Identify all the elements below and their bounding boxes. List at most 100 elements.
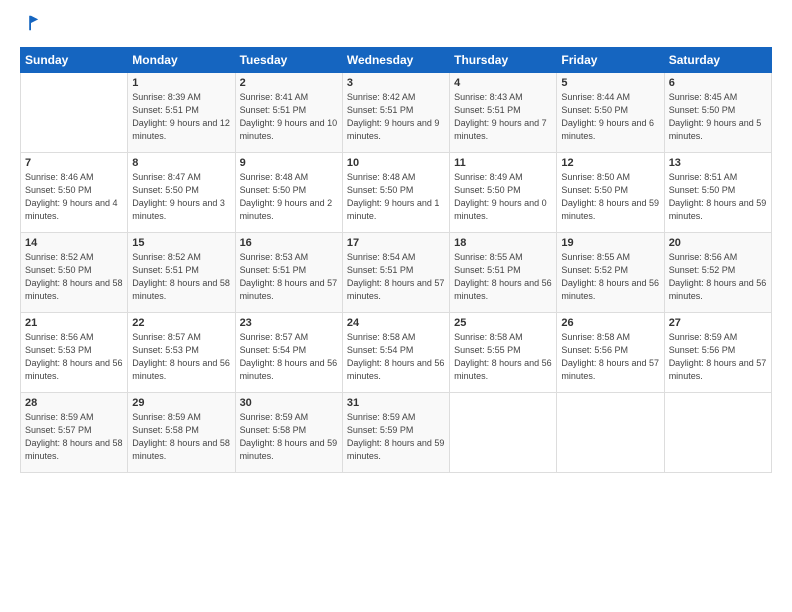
day-info: Sunrise: 8:47 AMSunset: 5:50 PMDaylight:… [132,171,230,223]
calendar-cell: 29 Sunrise: 8:59 AMSunset: 5:58 PMDayligh… [128,392,235,472]
day-info: Sunrise: 8:56 AMSunset: 5:53 PMDaylight:… [25,331,123,383]
day-number: 20 [669,237,767,249]
calendar-cell: 2 Sunrise: 8:41 AMSunset: 5:51 PMDaylight… [235,72,342,152]
calendar-cell: 15Sunrise: 8:52 AMSunset: 5:51 PMDayligh… [128,232,235,312]
calendar-cell: 12 Sunrise: 8:50 AMSunset: 5:50 PMDayligh… [557,152,664,232]
day-info: Sunrise: 8:39 AMSunset: 5:51 PMDaylight:… [132,91,230,143]
day-info: Sunrise: 8:41 AMSunset: 5:51 PMDaylight:… [240,91,338,143]
day-info: Sunrise: 8:50 AMSunset: 5:50 PMDaylight:… [561,171,659,223]
calendar-cell: 10 Sunrise: 8:48 AMSunset: 5:50 PMDayligh… [342,152,449,232]
day-number: 5 [561,77,659,89]
calendar-cell [557,392,664,472]
calendar-cell: 18Sunrise: 8:55 AMSunset: 5:51 PMDayligh… [450,232,557,312]
day-info: Sunrise: 8:57 AMSunset: 5:54 PMDaylight:… [240,331,338,383]
day-number: 4 [454,77,552,89]
weekday-header-wednesday: Wednesday [342,47,449,72]
day-number: 28 [25,397,123,409]
calendar-cell: 23 Sunrise: 8:57 AMSunset: 5:54 PMDayligh… [235,312,342,392]
day-info: Sunrise: 8:55 AMSunset: 5:51 PMDaylight:… [454,251,552,303]
calendar-cell: 16 Sunrise: 8:53 AMSunset: 5:51 PMDayligh… [235,232,342,312]
calendar-cell: 25 Sunrise: 8:58 AMSunset: 5:55 PMDayligh… [450,312,557,392]
calendar-cell: 17 Sunrise: 8:54 AMSunset: 5:51 PMDayligh… [342,232,449,312]
day-number: 3 [347,77,445,89]
day-number: 19 [561,237,659,249]
calendar-table: SundayMondayTuesdayWednesdayThursdayFrid… [20,47,772,473]
calendar-cell: 6 Sunrise: 8:45 AMSunset: 5:50 PMDaylight… [664,72,771,152]
day-number: 26 [561,317,659,329]
calendar-week-row: 28 Sunrise: 8:59 AMSunset: 5:57 PMDayligh… [21,392,772,472]
calendar-cell: 5 Sunrise: 8:44 AMSunset: 5:50 PMDaylight… [557,72,664,152]
calendar-container: SundayMondayTuesdayWednesdayThursdayFrid… [0,0,792,612]
day-info: Sunrise: 8:44 AMSunset: 5:50 PMDaylight:… [561,91,659,143]
calendar-cell: 11Sunrise: 8:49 AMSunset: 5:50 PMDayligh… [450,152,557,232]
day-info: Sunrise: 8:48 AMSunset: 5:50 PMDaylight:… [240,171,338,223]
calendar-cell: 9 Sunrise: 8:48 AMSunset: 5:50 PMDaylight… [235,152,342,232]
calendar-cell: 13 Sunrise: 8:51 AMSunset: 5:50 PMDayligh… [664,152,771,232]
calendar-cell [450,392,557,472]
day-info: Sunrise: 8:53 AMSunset: 5:51 PMDaylight:… [240,251,338,303]
day-number: 7 [25,157,123,169]
day-info: Sunrise: 8:46 AMSunset: 5:50 PMDaylight:… [25,171,123,223]
day-info: Sunrise: 8:59 AMSunset: 5:59 PMDaylight:… [347,411,445,463]
day-number: 16 [240,237,338,249]
calendar-cell: 26 Sunrise: 8:58 AMSunset: 5:56 PMDayligh… [557,312,664,392]
day-number: 25 [454,317,552,329]
weekday-header-thursday: Thursday [450,47,557,72]
calendar-cell: 28 Sunrise: 8:59 AMSunset: 5:57 PMDayligh… [21,392,128,472]
calendar-cell: 4 Sunrise: 8:43 AMSunset: 5:51 PMDaylight… [450,72,557,152]
day-number: 17 [347,237,445,249]
header [20,16,772,37]
day-info: Sunrise: 8:45 AMSunset: 5:50 PMDaylight:… [669,91,767,143]
calendar-cell: 27Sunrise: 8:59 AMSunset: 5:56 PMDayligh… [664,312,771,392]
day-info: Sunrise: 8:43 AMSunset: 5:51 PMDaylight:… [454,91,552,143]
calendar-cell [21,72,128,152]
weekday-header-monday: Monday [128,47,235,72]
day-info: Sunrise: 8:55 AMSunset: 5:52 PMDaylight:… [561,251,659,303]
day-number: 15 [132,237,230,249]
day-number: 29 [132,397,230,409]
day-number: 6 [669,77,767,89]
day-info: Sunrise: 8:49 AMSunset: 5:50 PMDaylight:… [454,171,552,223]
weekday-header-sunday: Sunday [21,47,128,72]
day-info: Sunrise: 8:51 AMSunset: 5:50 PMDaylight:… [669,171,767,223]
calendar-cell: 1Sunrise: 8:39 AMSunset: 5:51 PMDaylight… [128,72,235,152]
calendar-cell: 20 Sunrise: 8:56 AMSunset: 5:52 PMDayligh… [664,232,771,312]
day-number: 12 [561,157,659,169]
day-info: Sunrise: 8:56 AMSunset: 5:52 PMDaylight:… [669,251,767,303]
day-info: Sunrise: 8:58 AMSunset: 5:56 PMDaylight:… [561,331,659,383]
day-number: 13 [669,157,767,169]
calendar-week-row: 14Sunrise: 8:52 AMSunset: 5:50 PMDayligh… [21,232,772,312]
day-info: Sunrise: 8:54 AMSunset: 5:51 PMDaylight:… [347,251,445,303]
calendar-cell: 3 Sunrise: 8:42 AMSunset: 5:51 PMDaylight… [342,72,449,152]
day-number: 30 [240,397,338,409]
day-info: Sunrise: 8:58 AMSunset: 5:54 PMDaylight:… [347,331,445,383]
day-info: Sunrise: 8:58 AMSunset: 5:55 PMDaylight:… [454,331,552,383]
calendar-week-row: 7 Sunrise: 8:46 AMSunset: 5:50 PMDaylight… [21,152,772,232]
day-info: Sunrise: 8:59 AMSunset: 5:57 PMDaylight:… [25,411,123,463]
calendar-cell: 30 Sunrise: 8:59 AMSunset: 5:58 PMDayligh… [235,392,342,472]
weekday-header-friday: Friday [557,47,664,72]
day-number: 2 [240,77,338,89]
calendar-cell: 21Sunrise: 8:56 AMSunset: 5:53 PMDayligh… [21,312,128,392]
calendar-cell: 24 Sunrise: 8:58 AMSunset: 5:54 PMDayligh… [342,312,449,392]
day-number: 27 [669,317,767,329]
calendar-cell: 22Sunrise: 8:57 AMSunset: 5:53 PMDayligh… [128,312,235,392]
day-number: 10 [347,157,445,169]
day-number: 23 [240,317,338,329]
calendar-cell: 19 Sunrise: 8:55 AMSunset: 5:52 PMDayligh… [557,232,664,312]
day-info: Sunrise: 8:42 AMSunset: 5:51 PMDaylight:… [347,91,445,143]
calendar-cell [664,392,771,472]
day-number: 9 [240,157,338,169]
weekday-header-saturday: Saturday [664,47,771,72]
calendar-cell: 8 Sunrise: 8:47 AMSunset: 5:50 PMDaylight… [128,152,235,232]
calendar-cell: 31Sunrise: 8:59 AMSunset: 5:59 PMDayligh… [342,392,449,472]
day-info: Sunrise: 8:59 AMSunset: 5:58 PMDaylight:… [132,411,230,463]
day-number: 22 [132,317,230,329]
calendar-week-row: 1Sunrise: 8:39 AMSunset: 5:51 PMDaylight… [21,72,772,152]
logo-flag-icon [22,14,40,32]
day-info: Sunrise: 8:48 AMSunset: 5:50 PMDaylight:… [347,171,445,223]
weekday-header-row: SundayMondayTuesdayWednesdayThursdayFrid… [21,47,772,72]
day-info: Sunrise: 8:59 AMSunset: 5:58 PMDaylight:… [240,411,338,463]
day-number: 8 [132,157,230,169]
day-number: 24 [347,317,445,329]
